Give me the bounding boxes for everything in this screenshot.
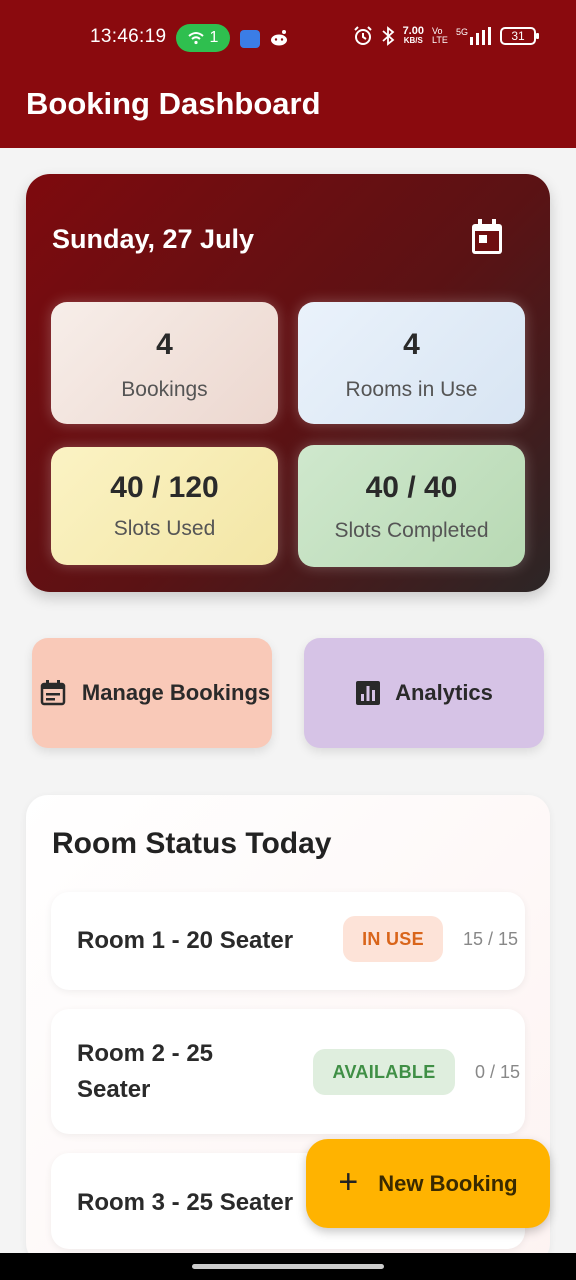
plus-icon: + — [338, 1163, 359, 1201]
manage-bookings-label: Manage Bookings — [81, 680, 271, 705]
stat-slots-completed: 40 / 40 Slots Completed — [298, 445, 525, 567]
stat-label: Slots Completed — [334, 519, 489, 542]
bluetooth-icon — [381, 26, 394, 46]
analytics-button[interactable]: Analytics — [304, 638, 544, 748]
stat-value: 4 — [403, 328, 420, 361]
hotspot-count: 1 — [209, 29, 219, 46]
stat-label: Rooms in Use — [345, 378, 478, 401]
new-booking-fab[interactable]: + New Booking — [306, 1139, 550, 1228]
stat-rooms-in-use: 4 Rooms in Use — [298, 302, 525, 424]
signal-indicator: 5G — [456, 27, 492, 45]
daily-summary-card: Sunday, 27 July 4 Bookings 4 Rooms in Us… — [26, 174, 550, 592]
stat-slots-used: 40 / 120 Slots Used — [51, 447, 278, 565]
status-badge: IN USE — [343, 916, 443, 962]
signal-icon — [470, 27, 491, 45]
app-notification-icon — [240, 30, 260, 48]
manage-bookings-button[interactable]: Manage Bookings — [32, 638, 272, 748]
room-name: Room 1 - 20 Seater — [77, 927, 294, 954]
net-speed: 7.00 KB/S — [402, 25, 424, 46]
stat-label: Bookings — [121, 378, 208, 401]
new-booking-label: New Booking — [378, 1170, 518, 1196]
reddit-icon — [271, 30, 287, 46]
section-title: Room Status Today — [52, 827, 332, 860]
hotspot-indicator: 1 — [176, 24, 230, 52]
app-header: 13:46:19 1 7.00 KB/S Vo LTE 5G 31 Bookin… — [0, 0, 576, 148]
calendar-icon[interactable] — [470, 218, 504, 256]
stat-label: Slots Used — [113, 517, 216, 540]
stat-value: 4 — [156, 328, 173, 361]
calendar-icon — [40, 680, 66, 706]
stat-value: 40 / 120 — [110, 471, 219, 504]
bar-chart-icon — [356, 681, 381, 705]
room-capacity: 15 / 15 — [463, 929, 519, 949]
page-title: Booking Dashboard — [26, 86, 321, 121]
stat-value: 40 / 40 — [365, 471, 458, 504]
home-gesture-handle[interactable] — [192, 1264, 384, 1269]
room-card[interactable]: Room 1 - 20 Seater IN USE 15 / 15 — [51, 892, 525, 990]
system-nav-bar — [0, 1253, 576, 1280]
room-name: Room 2 - 25 Seater — [77, 1040, 214, 1103]
status-time: 13:46:19 — [90, 26, 167, 47]
room-capacity: 0 / 15 — [475, 1062, 521, 1082]
status-badge: AVAILABLE — [313, 1049, 455, 1095]
summary-date: Sunday, 27 July — [52, 224, 255, 254]
room-name: Room 3 - 25 Seater — [77, 1189, 294, 1216]
battery-icon: 31 — [500, 27, 539, 45]
volte-indicator: Vo LTE — [431, 26, 448, 45]
room-card[interactable]: Room 2 - 25 Seater AVAILABLE 0 / 15 — [51, 1009, 525, 1134]
alarm-icon — [353, 26, 372, 45]
stat-bookings: 4 Bookings — [51, 302, 278, 424]
status-indicators: 7.00 KB/S Vo LTE 5G 31 — [353, 25, 539, 46]
analytics-label: Analytics — [395, 680, 493, 705]
wifi-icon — [187, 32, 204, 45]
status-bar: 13:46:19 1 7.00 KB/S Vo LTE 5G 31 — [0, 18, 576, 58]
